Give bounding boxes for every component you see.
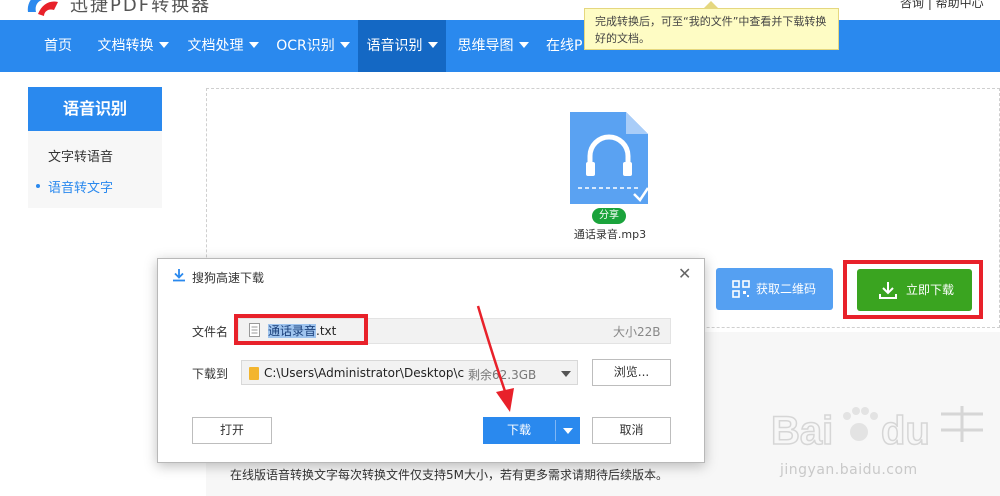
nav-item-speech[interactable]: 语音识别 xyxy=(358,20,446,72)
red-arrow-annotation xyxy=(476,305,514,412)
sidebar: 语音识别 文字转语音 语音转文字 xyxy=(28,87,162,208)
download-icon xyxy=(879,282,897,299)
dialog-title: 搜狗高速下载 xyxy=(192,271,265,285)
filename-label: 文件名 xyxy=(192,325,229,339)
nav-item-online[interactable]: 在线P xyxy=(546,20,586,72)
chevron-down-icon[interactable] xyxy=(561,371,571,377)
main-nav: 首页 文档转换 文档处理 OCR识别 语音识别 思维导图 在线P xyxy=(0,20,1000,72)
nav-item-doc-process[interactable]: 文档处理 xyxy=(178,20,268,72)
download-button[interactable]: 下载 xyxy=(483,417,580,444)
audio-file-icon[interactable] xyxy=(570,112,648,204)
folder-icon xyxy=(249,367,259,380)
download-dialog: 搜狗高速下载 ✕ 文件名 通话录音.txt 大小22B 下载到 C:\Users… xyxy=(157,258,705,463)
split-divider xyxy=(555,420,556,441)
file-name: 通话录音.mp3 xyxy=(573,228,647,241)
cancel-button[interactable]: 取消 xyxy=(592,417,671,444)
sidebar-item-speech-to-text[interactable]: 语音转文字 xyxy=(36,177,113,196)
nav-item-doc-convert[interactable]: 文档转换 xyxy=(88,20,178,72)
save-path-value: C:\Users\Administrator\Desktop\che xyxy=(264,366,464,380)
svg-text:Bai: Bai xyxy=(771,409,833,453)
chevron-down-icon xyxy=(518,42,529,48)
nav-item-mindmap[interactable]: 思维导图 xyxy=(448,20,538,72)
download-arrow-icon xyxy=(173,269,185,282)
chevron-down-icon xyxy=(427,42,438,48)
share-badge[interactable]: 分享 xyxy=(592,208,626,224)
filename-highlight-annotation xyxy=(234,314,368,345)
download-now-button[interactable]: 立即下载 xyxy=(857,269,972,311)
tooltip-arrow xyxy=(704,1,718,8)
close-icon[interactable]: ✕ xyxy=(678,266,691,282)
nav-item-ocr[interactable]: OCR识别 xyxy=(268,20,358,72)
active-bullet-icon xyxy=(36,184,40,188)
svg-text:du: du xyxy=(881,409,930,453)
browse-button[interactable]: 浏览... xyxy=(592,359,671,386)
top-header: 迅捷PDF转换器 咨询 | 帮助中心 xyxy=(0,0,1000,20)
qrcode-icon xyxy=(732,280,750,298)
chevron-down-icon xyxy=(339,42,350,48)
top-right-links[interactable]: 咨询 | 帮助中心 xyxy=(900,0,984,11)
chevron-down-icon xyxy=(248,42,259,48)
logo-icon xyxy=(27,0,58,16)
chevron-down-icon xyxy=(158,42,169,48)
file-size: 大小22B xyxy=(613,325,661,339)
open-button[interactable]: 打开 xyxy=(192,417,272,444)
logo-text: 迅捷PDF转换器 xyxy=(70,0,212,16)
tooltip: 完成转换后，可至“我的文件”中查看并下载转换好的文档。 xyxy=(584,8,839,50)
chevron-down-icon[interactable] xyxy=(563,428,573,434)
sidebar-title: 语音识别 xyxy=(28,87,162,131)
sidebar-item-text-to-speech[interactable]: 文字转语音 xyxy=(48,146,113,165)
nav-item-home[interactable]: 首页 xyxy=(30,20,86,72)
save-to-label: 下载到 xyxy=(192,367,229,381)
get-qrcode-button[interactable]: 获取二维码 xyxy=(716,268,833,310)
watermark-url: jingyan.baidu.com xyxy=(780,462,918,478)
size-limit-note: 在线版语音转换文字每次转换文件仅支持5M大小，若有更多需求请期待后续版本。 xyxy=(230,468,668,482)
